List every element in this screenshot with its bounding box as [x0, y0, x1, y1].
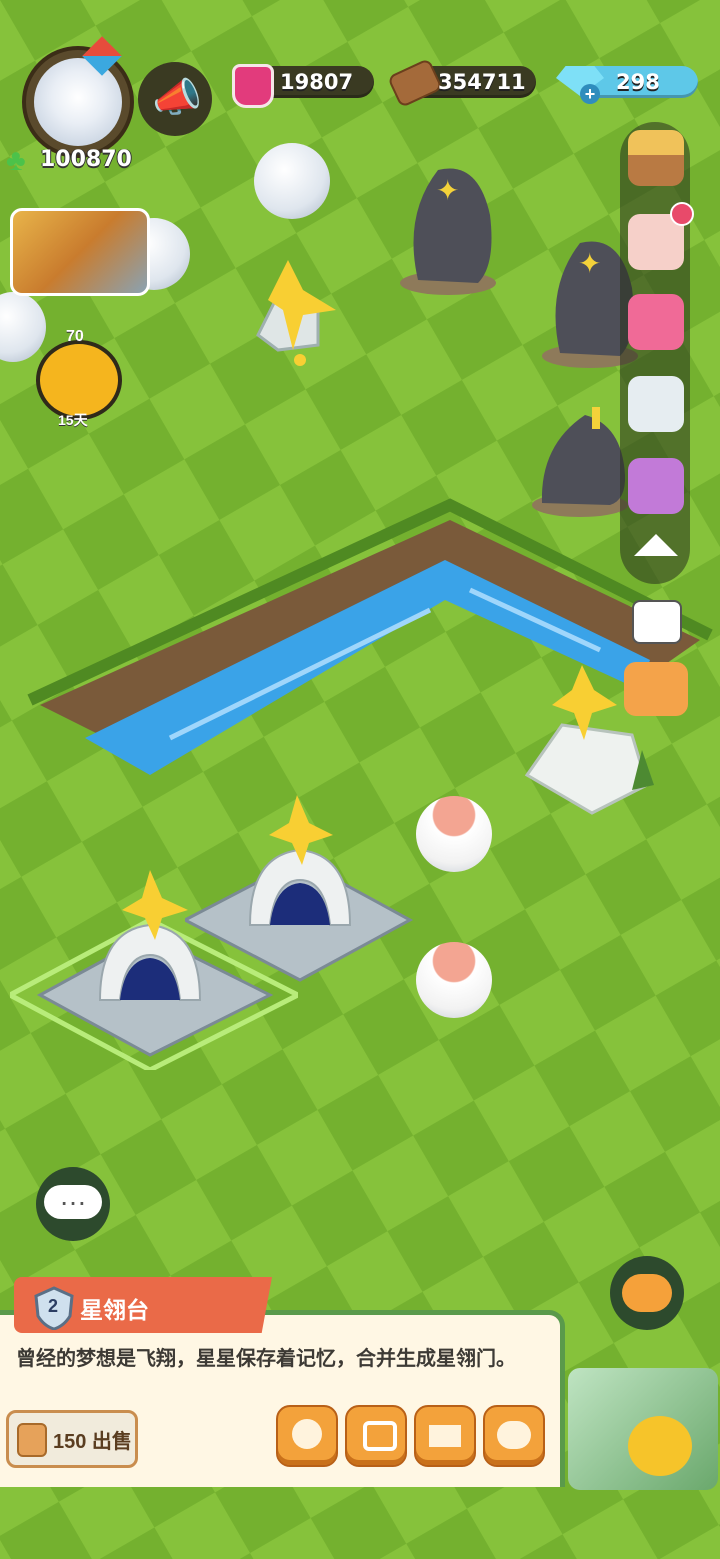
- collapse-arrow-icon[interactable]: [634, 534, 678, 556]
- unlock-icon: [363, 1421, 397, 1451]
- chick-action-button[interactable]: [276, 1405, 338, 1467]
- swap-device-button[interactable]: [624, 662, 688, 716]
- photo-album-button[interactable]: [10, 208, 150, 296]
- pig-bubble-creature[interactable]: [416, 796, 492, 872]
- pig-bubble-creature[interactable]: [416, 942, 492, 1018]
- star-crystal-icon: [256, 260, 336, 366]
- star-altar[interactable]: [181, 795, 415, 985]
- chat-bubble-button[interactable]: …: [36, 1167, 110, 1241]
- player-avatar[interactable]: [22, 46, 134, 158]
- announcement-button[interactable]: 📣: [138, 62, 212, 136]
- star-crystal-rock[interactable]: [248, 255, 344, 375]
- chicks-icon: [622, 1274, 672, 1312]
- event-count: 70: [66, 328, 84, 345]
- megaphone-icon: 📣: [152, 76, 202, 120]
- gem-value: 298: [616, 70, 660, 94]
- item-level: 2: [48, 1296, 59, 1316]
- unlock-button[interactable]: [345, 1405, 407, 1467]
- shop-icon[interactable]: [628, 130, 684, 186]
- clover-score: 100870: [40, 147, 132, 172]
- camera-photo-button[interactable]: [568, 1368, 718, 1490]
- rock-icon: [532, 407, 628, 517]
- remote-icon[interactable]: [628, 376, 684, 432]
- camera-button[interactable]: [632, 600, 682, 644]
- couple-chicks-button[interactable]: [610, 1256, 684, 1330]
- altar-icon: [181, 795, 414, 982]
- cat-face-icon: [497, 1421, 531, 1449]
- item-description: 曾经的梦想是飞翔，星星保存着记忆，合并生成星翎门。: [16, 1348, 516, 1370]
- dark-rock-obstacle[interactable]: [530, 405, 630, 520]
- clover-icon: ♣: [6, 144, 26, 177]
- timed-event-button[interactable]: 70: [36, 328, 122, 420]
- wood-value: 354711: [438, 70, 526, 94]
- store-box-button[interactable]: [414, 1405, 476, 1467]
- coin-stack-icon: [17, 1423, 47, 1457]
- sheep-avatar-icon: [34, 58, 122, 146]
- svg-text:✦: ✦: [436, 175, 459, 206]
- book-icon[interactable]: [628, 294, 684, 350]
- level-badge: 2: [34, 1286, 74, 1331]
- add-gem-icon[interactable]: +: [580, 84, 600, 104]
- notification-dot: [670, 202, 694, 226]
- chat-dots-icon: …: [44, 1182, 102, 1219]
- sell-label: 150 出售: [53, 1431, 132, 1453]
- item-name: 星翎台: [80, 1297, 149, 1323]
- cat-collection-icon[interactable]: [628, 458, 684, 514]
- dark-rock-obstacle[interactable]: ✦: [398, 155, 498, 295]
- chick-action-icon: [292, 1419, 322, 1449]
- store-box-icon: [429, 1425, 461, 1447]
- sell-button[interactable]: 150 出售: [6, 1410, 138, 1468]
- side-menu: [620, 122, 694, 584]
- cat-bubble-creature[interactable]: [254, 143, 330, 219]
- cat-face-button[interactable]: [483, 1405, 545, 1467]
- event-days-label: 15天: [58, 412, 88, 428]
- duck-camera-icon: [628, 1416, 692, 1476]
- potion-value: 19807: [280, 70, 354, 94]
- pink-potion-icon: [232, 64, 274, 108]
- svg-text:✦: ✦: [578, 248, 601, 279]
- rock-icon: ✦: [400, 168, 496, 295]
